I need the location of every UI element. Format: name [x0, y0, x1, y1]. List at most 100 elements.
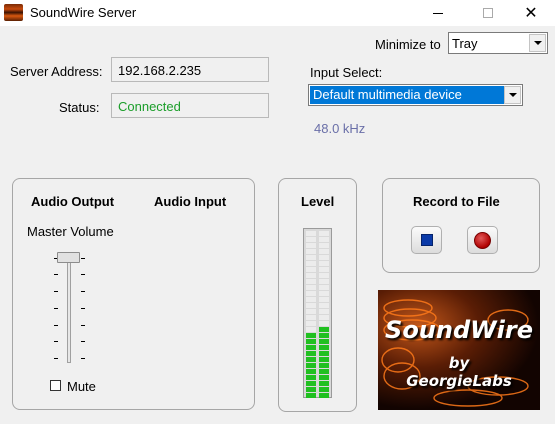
- master-volume-label: Master Volume: [27, 224, 114, 239]
- level-segment: [319, 387, 329, 392]
- maximize-icon: [483, 8, 493, 18]
- chevron-down-icon: [508, 93, 517, 97]
- level-segment: [306, 267, 316, 272]
- level-segment: [319, 231, 329, 236]
- level-segment: [319, 327, 329, 332]
- stop-icon: [420, 234, 433, 246]
- level-segment: [306, 315, 316, 320]
- dropdown-button[interactable]: [504, 86, 521, 104]
- record-button[interactable]: [467, 226, 498, 254]
- level-segment: [319, 345, 329, 350]
- level-segment: [306, 393, 316, 398]
- level-segment: [306, 231, 316, 236]
- level-segment: [306, 351, 316, 356]
- record-group: [382, 178, 540, 273]
- logo-title: SoundWire: [385, 316, 533, 344]
- level-segment: [306, 357, 316, 362]
- level-segment: [306, 279, 316, 284]
- app-icon: [4, 4, 23, 21]
- level-segment: [306, 291, 316, 296]
- server-address-value: 192.168.2.235: [118, 63, 202, 78]
- minimize-icon: [433, 12, 443, 14]
- level-meter: [303, 228, 332, 398]
- level-segment: [319, 381, 329, 386]
- master-volume-thumb[interactable]: [57, 252, 80, 263]
- level-segment: [306, 345, 316, 350]
- sample-rate: 48.0 kHz: [314, 121, 366, 136]
- level-heading: Level: [301, 194, 335, 209]
- chevron-down-icon: [533, 41, 542, 45]
- soundwire-logo: SoundWire by GeorgieLabs: [378, 290, 540, 410]
- logo-by: by: [448, 354, 470, 372]
- level-segment: [306, 309, 316, 314]
- input-select-label: Input Select:: [310, 65, 383, 80]
- server-address-field[interactable]: 192.168.2.235: [111, 57, 269, 82]
- level-meter-left: [306, 231, 316, 398]
- level-segment: [306, 387, 316, 392]
- level-segment: [306, 273, 316, 278]
- level-segment: [306, 261, 316, 266]
- input-select-value: Default multimedia device: [310, 86, 504, 104]
- stop-button[interactable]: [411, 226, 442, 254]
- level-segment: [306, 381, 316, 386]
- level-segment: [319, 279, 329, 284]
- status-value: Connected: [118, 99, 181, 114]
- level-segment: [319, 333, 329, 338]
- level-segment: [319, 249, 329, 254]
- close-button[interactable]: ✕: [508, 0, 554, 26]
- level-segment: [319, 315, 329, 320]
- level-segment: [306, 243, 316, 248]
- level-segment: [319, 369, 329, 374]
- level-segment: [306, 297, 316, 302]
- level-segment: [319, 297, 329, 302]
- level-segment: [319, 309, 329, 314]
- input-select-dropdown[interactable]: Default multimedia device: [308, 84, 523, 106]
- logo-company: GeorgieLabs: [406, 372, 512, 390]
- logo-coil-art: [381, 299, 529, 407]
- audio-output-heading: Audio Output: [31, 194, 115, 209]
- level-segment: [319, 363, 329, 368]
- close-icon: ✕: [524, 3, 538, 22]
- level-segment: [306, 249, 316, 254]
- minimize-to-value: Tray: [452, 36, 478, 51]
- level-segment: [306, 255, 316, 260]
- level-segment: [306, 285, 316, 290]
- level-segment: [319, 357, 329, 362]
- level-segment: [319, 273, 329, 278]
- master-volume-slider[interactable]: [67, 257, 71, 363]
- status-field: Connected: [111, 93, 269, 118]
- level-segment: [319, 255, 329, 260]
- level-segment: [306, 333, 316, 338]
- level-segment: [306, 321, 316, 326]
- level-segment: [319, 237, 329, 242]
- minimize-to-select[interactable]: Tray: [448, 32, 548, 54]
- level-segment: [306, 327, 316, 332]
- level-segment: [319, 267, 329, 272]
- level-meter-right: [319, 231, 329, 398]
- level-segment: [319, 291, 329, 296]
- record-icon: [474, 231, 491, 249]
- level-segment: [319, 375, 329, 380]
- level-segment: [306, 237, 316, 242]
- mute-label: Mute: [67, 379, 96, 394]
- level-segment: [319, 261, 329, 266]
- level-segment: [306, 303, 316, 308]
- level-segment: [319, 285, 329, 290]
- level-segment: [306, 375, 316, 380]
- level-segment: [319, 393, 329, 398]
- status-label: Status:: [59, 100, 100, 115]
- minimize-button[interactable]: [415, 0, 461, 26]
- level-segment: [306, 369, 316, 374]
- maximize-button[interactable]: [465, 0, 511, 26]
- level-segment: [319, 321, 329, 326]
- record-heading: Record to File: [413, 194, 500, 209]
- level-segment: [319, 303, 329, 308]
- level-segment: [306, 363, 316, 368]
- level-segment: [319, 351, 329, 356]
- level-segment: [306, 339, 316, 344]
- audio-input-heading: Audio Input: [154, 194, 227, 209]
- audio-group: [12, 178, 255, 410]
- mute-checkbox[interactable]: [50, 380, 61, 391]
- dropdown-button[interactable]: [529, 34, 546, 52]
- level-segment: [319, 339, 329, 344]
